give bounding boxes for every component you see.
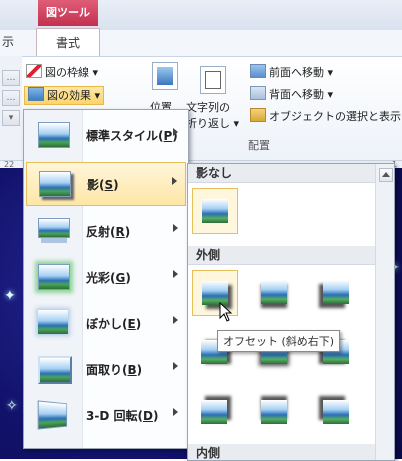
shadow-option-none[interactable] bbox=[192, 188, 238, 234]
picture-border-button[interactable]: 図の枠線 ▾ bbox=[26, 64, 98, 81]
menu-item-glow[interactable]: 光彩(G) bbox=[26, 256, 186, 298]
title-bar: 図ツール bbox=[0, 0, 402, 30]
tab-format[interactable]: 書式 bbox=[36, 28, 100, 57]
submenu-arrow-icon bbox=[172, 177, 177, 185]
menu-item-preset[interactable]: 標準スタイル(P) bbox=[26, 114, 186, 156]
tooltip: オフセット (斜め右下) bbox=[217, 330, 341, 352]
sparkle-decoration: ✦ bbox=[4, 288, 16, 304]
picture-thumbnail bbox=[201, 400, 227, 424]
submenu-arrow-icon bbox=[173, 316, 178, 324]
arrange-group-label: 配置 bbox=[248, 139, 270, 152]
shadow-option-offset-diagonal-top-right[interactable] bbox=[192, 390, 238, 436]
shadow-option-offset-bottom[interactable] bbox=[252, 270, 298, 316]
wrap-text-icon[interactable] bbox=[200, 66, 226, 94]
picture-thumbnail bbox=[323, 400, 349, 424]
submenu-arrow-icon bbox=[173, 408, 178, 416]
preset-effect-icon bbox=[38, 122, 70, 148]
picture-thumbnail bbox=[323, 280, 349, 304]
menu-item-shadow[interactable]: 影(S) bbox=[26, 162, 186, 206]
menu-item-3d-rotation[interactable]: 3-D 回転(D) bbox=[26, 394, 186, 436]
shadow-effect-icon bbox=[39, 171, 71, 197]
collapsed-button[interactable]: … bbox=[2, 90, 20, 106]
contextual-tab-title: 図ツール bbox=[38, 0, 98, 26]
pen-icon bbox=[26, 64, 42, 78]
shadow-option-offset-diagonal-top-left[interactable] bbox=[314, 390, 360, 436]
menu-item-soft-edges[interactable]: ぼかし(E) bbox=[26, 302, 186, 344]
position-icon[interactable] bbox=[152, 62, 178, 90]
selection-pane-icon bbox=[250, 108, 266, 122]
scroll-up-arrow-icon[interactable] bbox=[379, 168, 393, 182]
tab-view-partial[interactable]: 示 bbox=[0, 30, 30, 54]
gallery-scrollbar[interactable] bbox=[375, 164, 394, 460]
submenu-arrow-icon bbox=[173, 224, 178, 232]
submenu-arrow-icon bbox=[173, 128, 178, 136]
section-header-inner: 内側 bbox=[188, 444, 378, 460]
picture-thumbnail bbox=[202, 199, 228, 223]
send-backward-button[interactable]: 背面へ移動 ▾ bbox=[250, 86, 333, 103]
submenu-arrow-icon bbox=[173, 362, 178, 370]
picture-effects-button[interactable]: 図の効果 ▾ bbox=[24, 86, 105, 105]
selection-pane-button[interactable]: オブジェクトの選択と表示 bbox=[250, 108, 401, 125]
picture-thumbnail bbox=[261, 400, 287, 424]
menu-item-bevel[interactable]: 面取り(B) bbox=[26, 348, 186, 390]
picture-thumbnail bbox=[261, 280, 287, 304]
section-header-no-shadow: 影なし bbox=[188, 164, 378, 183]
3d-rotation-effect-icon bbox=[37, 400, 68, 430]
send-backward-icon bbox=[250, 86, 266, 100]
submenu-arrow-icon bbox=[173, 270, 178, 278]
collapsed-button[interactable]: … bbox=[2, 70, 20, 86]
soft-edges-effect-icon bbox=[38, 310, 68, 334]
menu-item-reflection[interactable]: 反射(R) bbox=[26, 210, 186, 252]
sparkle-decoration: ✧ bbox=[6, 398, 18, 414]
shadow-option-offset-diagonal-bottom-left[interactable] bbox=[314, 270, 360, 316]
reflection-effect-icon bbox=[38, 218, 70, 238]
picture-effects-menu: 標準スタイル(P) 影(S) 反射(R) 光彩(G) ぼかし(E) 面取り(B)… bbox=[23, 109, 189, 449]
bring-forward-icon bbox=[250, 64, 266, 78]
wrap-text-button[interactable]: 文字列の 折り返し ▾ bbox=[186, 100, 239, 132]
picture-effects-icon bbox=[28, 87, 44, 101]
glow-effect-icon bbox=[38, 264, 70, 290]
bevel-effect-icon bbox=[38, 356, 72, 384]
section-header-outer: 外側 bbox=[188, 246, 378, 265]
collapsed-group-strip: … … ▾ bbox=[0, 56, 22, 166]
bring-forward-button[interactable]: 前面へ移動 ▾ bbox=[250, 64, 333, 81]
collapsed-button[interactable]: ▾ bbox=[2, 110, 20, 126]
shadow-option-offset-top[interactable] bbox=[252, 390, 298, 436]
